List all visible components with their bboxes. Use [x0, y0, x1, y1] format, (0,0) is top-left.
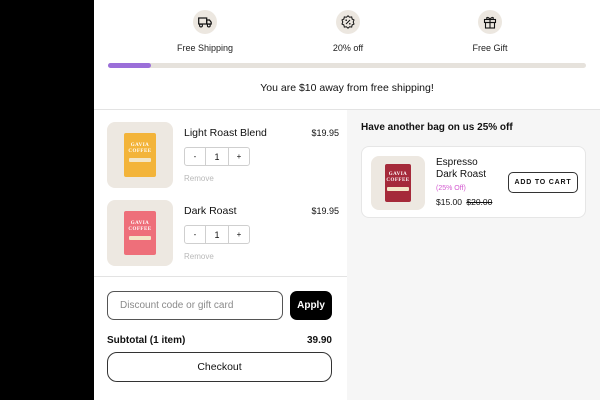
quantity-input[interactable]: 1 — [205, 226, 229, 243]
cart-drawer: Free Shipping 20% off Free Gift You are … — [94, 0, 600, 400]
item-name[interactable]: Light Roast Blend — [184, 127, 267, 139]
quantity-stepper: - 1 + — [184, 147, 250, 166]
bag-brand: GAVIA COFFEE — [386, 172, 410, 183]
remove-link[interactable]: Remove — [184, 252, 214, 261]
progress-bar-fill — [108, 63, 152, 68]
progress-bar — [108, 63, 586, 68]
coffee-bag-image: GAVIA COFFEE — [124, 211, 156, 255]
upsell-price: $15.00 $20.00 — [436, 197, 492, 207]
cart-item: GAVIA COFFEE Light Roast Blend $19.95 - … — [107, 122, 339, 188]
reward-label: Free Gift — [472, 43, 508, 53]
item-price: $19.95 — [311, 128, 339, 138]
bag-brand: GAVIA COFFEE — [128, 221, 152, 232]
original-price: $20.00 — [466, 197, 493, 207]
product-name-line: Espresso — [436, 157, 478, 168]
remove-link[interactable]: Remove — [184, 174, 214, 183]
bag-tag — [129, 236, 151, 240]
subtotal-label: Subtotal (1 item) — [107, 335, 186, 346]
product-image[interactable]: GAVIA COFFEE — [371, 156, 425, 210]
bag-tag — [129, 158, 151, 162]
coffee-bag-image: GAVIA COFFEE — [124, 133, 156, 177]
subtotal-row: Subtotal (1 item) 39.90 — [107, 335, 332, 346]
upsell-product-card: GAVIA COFFEE Espresso Dark Roast (25% Of… — [361, 146, 586, 218]
truck-icon — [193, 10, 217, 34]
reward-label: Free Shipping — [176, 43, 234, 53]
rewards-progress: Free Shipping 20% off Free Gift You are … — [94, 0, 600, 110]
discount-badge-icon — [336, 10, 360, 34]
subtotal-value: 39.90 — [306, 335, 332, 346]
bag-brand: GAVIA COFFEE — [128, 143, 152, 154]
reward-discount: 20% off — [293, 10, 403, 53]
discount-code-input[interactable]: Discount code or gift card — [107, 291, 283, 320]
upsell-product-name[interactable]: Espresso Dark Roast — [436, 157, 486, 181]
item-price: $19.95 — [311, 206, 339, 216]
reward-free-gift: Free Gift — [435, 10, 545, 53]
checkout-button[interactable]: Checkout — [107, 352, 332, 382]
quantity-input[interactable]: 1 — [205, 148, 229, 165]
decrement-button[interactable]: - — [185, 226, 205, 243]
cart-items-section: GAVIA COFFEE Light Roast Blend $19.95 - … — [94, 110, 347, 400]
coffee-bag-image: GAVIA COFFEE — [385, 164, 411, 202]
upsell-title: Have another bag on us 25% off — [361, 122, 513, 133]
quantity-stepper: - 1 + — [184, 225, 250, 244]
decrement-button[interactable]: - — [185, 148, 205, 165]
sale-price: $15.00 — [436, 197, 462, 207]
add-to-cart-button[interactable]: ADD TO CART — [508, 172, 578, 193]
apply-button[interactable]: Apply — [290, 291, 332, 320]
divider — [94, 276, 347, 277]
increment-button[interactable]: + — [229, 226, 249, 243]
bag-tag — [387, 187, 409, 191]
cart-item: GAVIA COFFEE Dark Roast $19.95 - 1 + Rem… — [107, 200, 339, 266]
gift-icon — [478, 10, 502, 34]
product-name-line: Dark Roast — [436, 169, 487, 180]
reward-label: 20% off — [332, 43, 364, 53]
product-image[interactable]: GAVIA COFFEE — [107, 122, 173, 188]
product-image[interactable]: GAVIA COFFEE — [107, 200, 173, 266]
upsell-section: Have another bag on us 25% off GAVIA COF… — [347, 110, 600, 400]
discount-percent: (25% Off) — [436, 185, 466, 192]
item-name[interactable]: Dark Roast — [184, 205, 237, 217]
free-shipping-message: You are $10 away from free shipping! — [260, 82, 434, 94]
increment-button[interactable]: + — [229, 148, 249, 165]
reward-free-shipping: Free Shipping — [150, 10, 260, 53]
